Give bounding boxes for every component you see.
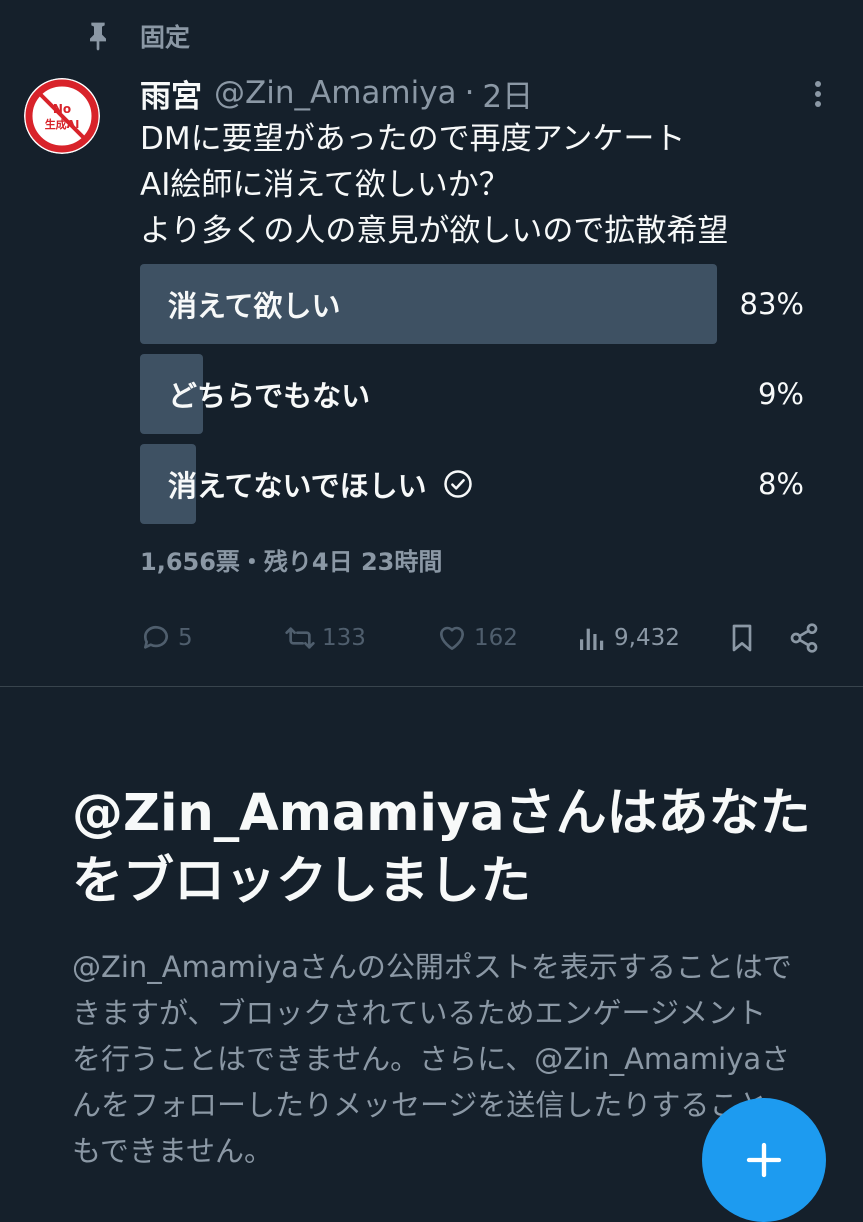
action-bar: 5 133 162 9,432: [140, 616, 830, 660]
pinned-indicator: 固定: [82, 16, 190, 56]
avatar-text-no: No: [53, 102, 71, 116]
avatar[interactable]: No 生成AI: [24, 78, 100, 154]
retweet-icon: [285, 627, 315, 649]
poll-option-percent: 9%: [757, 377, 804, 411]
share-button[interactable]: [788, 616, 820, 660]
block-notice-title: @Zin_Amamiyaさんはあなたをブロックしました: [72, 784, 811, 911]
no-generative-ai-badge-icon: No 生成AI: [24, 78, 100, 154]
reply-icon: [143, 625, 168, 649]
retweet-button[interactable]: 133: [284, 616, 366, 660]
poll-option-label: どちらでもない: [168, 379, 371, 413]
poll-option[interactable]: 消えてないでほしい 8%: [140, 444, 820, 524]
heart-icon: [440, 626, 464, 650]
poll-option-label: 消えてないでほしい: [168, 469, 427, 503]
views-button[interactable]: 9,432: [576, 616, 680, 660]
share-icon: [790, 623, 818, 653]
tweet-line: AI絵師に消えて欲しいか？: [140, 167, 510, 203]
poll-option-percent: 8%: [757, 467, 804, 501]
pinned-label: 固定: [140, 23, 191, 52]
block-notice-description: @Zin_Amamiyaさんの公開ポストを表示することはできますが、ブロックされ…: [72, 950, 792, 1168]
bookmark-button[interactable]: [726, 616, 758, 660]
poll-option-percent: 83%: [739, 287, 804, 321]
tweet-text: DMに要望があったので再度アンケート AI絵師に消えて欲しいか？ より多くの人の…: [140, 116, 728, 254]
timestamp[interactable]: 2日: [482, 71, 533, 116]
tweet-line: より多くの人の意見が欲しいので拡散希望: [140, 213, 729, 249]
display-name[interactable]: 雨宮: [140, 71, 202, 116]
poll-meta: 1,656票・残り4日 23時間: [140, 548, 443, 576]
pin-icon: [90, 22, 106, 51]
poll-option-label: 消えて欲しい: [168, 289, 341, 323]
views-count: 9,432: [614, 625, 680, 651]
like-count: 162: [474, 625, 518, 651]
poll-option[interactable]: どちらでもない 9%: [140, 354, 820, 434]
tweet-header: 雨宮 @Zin_Amamiya · 2日: [140, 70, 533, 116]
user-handle[interactable]: @Zin_Amamiya: [214, 75, 457, 111]
poll-option[interactable]: 消えて欲しい 83%: [140, 264, 820, 344]
compose-button[interactable]: [702, 1098, 826, 1222]
check-circle-icon: [443, 470, 472, 498]
separator-dot: ·: [464, 75, 475, 111]
more-icon[interactable]: [806, 78, 830, 110]
like-button[interactable]: 162: [436, 616, 518, 660]
plus-icon: [746, 1142, 782, 1178]
avatar-text-ai: 生成AI: [45, 117, 80, 131]
section-divider: [0, 686, 863, 687]
views-icon: [580, 628, 604, 650]
poll: 消えて欲しい 83% どちらでもない 9% 消えてないでほしい 8%: [140, 264, 820, 534]
tweet-line: DMに要望があったので再度アンケート: [140, 121, 686, 157]
reply-count: 5: [178, 625, 193, 651]
reply-button[interactable]: 5: [140, 616, 193, 660]
retweet-count: 133: [322, 625, 366, 651]
bookmark-icon: [732, 624, 752, 652]
